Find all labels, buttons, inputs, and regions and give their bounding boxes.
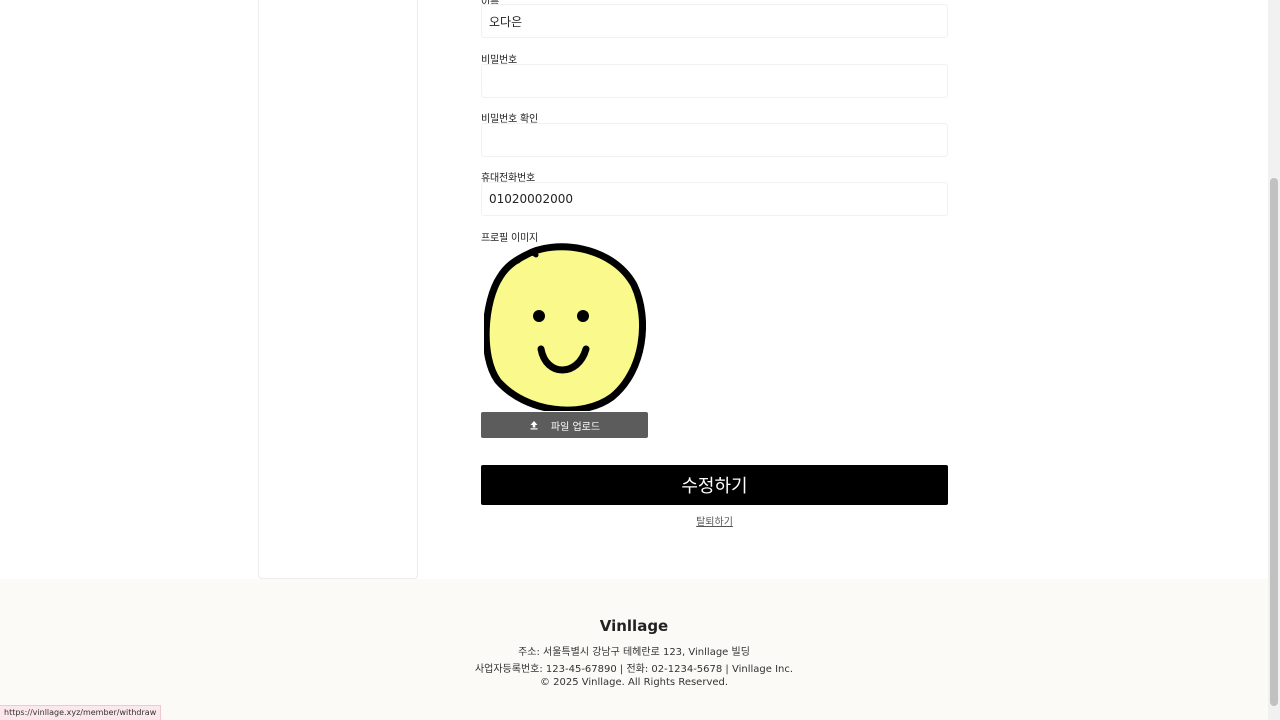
footer: Vinllage 주소: 서울특별시 강남구 테헤란로 123, Vinllag… (0, 579, 1268, 720)
link-status-bar: https://vinllage.xyz/member/withdraw (0, 705, 162, 720)
footer-business-info: 사업자등록번호: 123-45-67890 | 전화: 02-1234-5678… (474, 664, 794, 675)
footer-copyright: © 2025 Vinllage. All Rights Reserved. (539, 677, 729, 688)
vertical-scrollbar[interactable] (1268, 0, 1280, 720)
phone-input[interactable] (481, 182, 948, 216)
withdraw-link[interactable]: 탈퇴하기 (481, 513, 948, 528)
name-input[interactable] (481, 4, 948, 38)
avatar-right-eye (577, 310, 589, 322)
footer-address: 주소: 서울특별시 강남구 테헤란로 123, Vinllage 빌딩 (518, 647, 750, 658)
sidebar-panel (258, 0, 418, 579)
file-upload-label: 파일 업로드 (550, 421, 601, 433)
scrollbar-thumb[interactable] (1270, 178, 1278, 706)
password-input[interactable] (481, 64, 948, 98)
footer-brand: Vinllage (599, 617, 669, 635)
file-upload-button[interactable]: 파일 업로드 (481, 412, 648, 438)
upload-icon (530, 421, 538, 430)
submit-edit-button[interactable]: 수정하기 (481, 465, 948, 505)
profile-avatar-image (484, 243, 646, 411)
password-confirm-input[interactable] (481, 123, 948, 157)
avatar-face (484, 243, 646, 411)
avatar-left-eye (533, 310, 545, 322)
